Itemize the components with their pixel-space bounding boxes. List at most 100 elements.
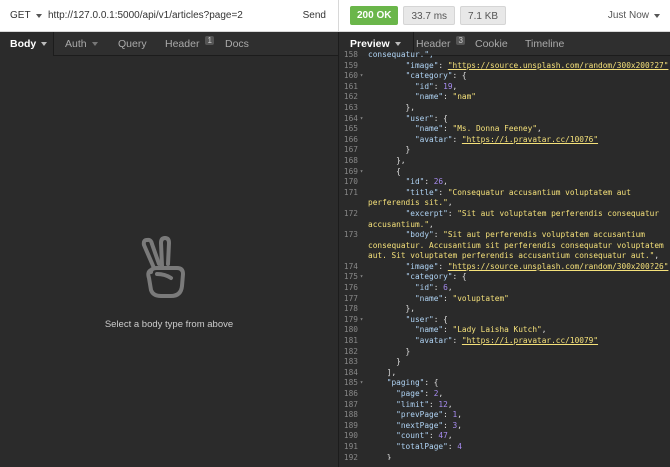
fold-toggle-icon[interactable]: ▾ bbox=[358, 167, 365, 178]
code-line: 164 ▾ "user": { bbox=[339, 114, 670, 125]
code-text: } bbox=[368, 346, 411, 356]
code-line: 183 } bbox=[339, 357, 670, 368]
code-text: } bbox=[368, 145, 411, 155]
request-pane: Body Auth Query Header 1 Docs Select a b… bbox=[0, 31, 338, 467]
line-number: 161 bbox=[343, 81, 358, 91]
send-button[interactable]: Send bbox=[303, 10, 338, 21]
gutter bbox=[358, 336, 365, 347]
tab-label: Header bbox=[165, 37, 200, 50]
code-text: "totalPage": 4 bbox=[396, 441, 462, 451]
json-preview[interactable]: 158 consequatur.", 159 "image": "https://s… bbox=[339, 50, 670, 460]
tab-auth[interactable]: Auth bbox=[54, 32, 118, 56]
code-text: "avatar": "https://i.pravatar.cc/10079" bbox=[414, 336, 599, 346]
gutter bbox=[358, 325, 365, 336]
gutter bbox=[358, 262, 365, 273]
code-text: "name": "nam" bbox=[414, 92, 476, 102]
gutter bbox=[358, 82, 365, 93]
tab-query[interactable]: Query bbox=[118, 32, 165, 56]
code-text: "excerpt": "Sit aut voluptatem perferend… bbox=[368, 208, 660, 229]
gutter bbox=[358, 145, 365, 156]
fold-toggle-icon[interactable]: ▾ bbox=[358, 71, 365, 82]
line-number: 160 bbox=[343, 71, 358, 81]
line-number: 177 bbox=[343, 293, 358, 303]
line-number: 162 bbox=[343, 92, 358, 102]
fold-toggle-icon[interactable]: ▾ bbox=[358, 114, 365, 125]
tab-label: Cookie bbox=[475, 37, 508, 50]
code-text: "paging": { bbox=[386, 378, 439, 388]
code-line: 192 } bbox=[339, 453, 670, 460]
line-number: 175 bbox=[343, 272, 358, 282]
line-number: 172 bbox=[343, 208, 358, 218]
gutter bbox=[358, 442, 365, 453]
code-text: "category": { bbox=[405, 272, 467, 282]
line-number: 190 bbox=[343, 431, 358, 441]
code-line: 189 "nextPage": 3, bbox=[339, 421, 670, 432]
code-line: 186 "page": 2, bbox=[339, 389, 670, 400]
line-number: 165 bbox=[343, 124, 358, 134]
response-time-badge: 33.7 ms bbox=[403, 6, 456, 25]
request-bar: GET http://127.0.0.1:5000/api/v1/article… bbox=[0, 0, 338, 32]
fold-toggle-icon[interactable]: ▾ bbox=[358, 378, 365, 389]
code-text: "image": "https://source.unsplash.com/ra… bbox=[405, 261, 670, 271]
code-line: 177 "name": "voluptatem" bbox=[339, 294, 670, 305]
code-text: "name": "Ms. Donna Feeney", bbox=[414, 124, 542, 134]
gutter bbox=[358, 188, 365, 209]
method-dropdown[interactable]: GET bbox=[0, 10, 48, 21]
code-text: "category": { bbox=[405, 71, 467, 81]
fold-toggle-icon[interactable]: ▾ bbox=[358, 272, 365, 283]
code-line: 174 "image": "https://source.unsplash.co… bbox=[339, 262, 670, 273]
code-text: "body": "Sit aut perferendis voluptatem … bbox=[368, 230, 664, 261]
code-text: "count": 47, bbox=[396, 431, 453, 441]
line-number: 188 bbox=[343, 410, 358, 420]
gutter bbox=[358, 410, 365, 421]
line-number: 167 bbox=[343, 145, 358, 155]
gutter bbox=[358, 177, 365, 188]
tab-docs[interactable]: Docs bbox=[225, 32, 265, 56]
code-line: 180 "name": "Lady Laisha Kutch", bbox=[339, 325, 670, 336]
request-tabs: Body Auth Query Header 1 Docs bbox=[0, 31, 338, 56]
code-line: 190 "count": 47, bbox=[339, 431, 670, 442]
code-text: "limit": 12, bbox=[396, 399, 453, 409]
code-line: 161 "id": 19, bbox=[339, 82, 670, 93]
code-line: 191 "totalPage": 4 bbox=[339, 442, 670, 453]
chevron-down-icon bbox=[654, 13, 660, 18]
line-number: 176 bbox=[343, 283, 358, 293]
code-line: 170 "id": 26, bbox=[339, 177, 670, 188]
code-text: "id": 19, bbox=[414, 81, 458, 91]
gutter bbox=[358, 368, 365, 379]
gutter bbox=[358, 357, 365, 368]
line-number: 159 bbox=[343, 60, 358, 70]
chevron-down-icon bbox=[394, 41, 401, 46]
code-text: "avatar": "https://i.pravatar.cc/10076" bbox=[414, 134, 599, 144]
gutter bbox=[358, 347, 365, 358]
code-line: 176 "id": 6, bbox=[339, 283, 670, 294]
gutter bbox=[358, 389, 365, 400]
code-line: 167 } bbox=[339, 145, 670, 156]
fold-toggle-icon[interactable]: ▾ bbox=[358, 315, 365, 326]
line-number: 163 bbox=[343, 102, 358, 112]
code-line: 162 "name": "nam" bbox=[339, 92, 670, 103]
tab-header[interactable]: Header 1 bbox=[165, 32, 225, 56]
line-number: 158 bbox=[343, 50, 358, 59]
gutter bbox=[358, 124, 365, 135]
line-number: 178 bbox=[343, 304, 358, 314]
code-line: 160 ▾ "category": { bbox=[339, 71, 670, 82]
code-line: 175 ▾ "category": { bbox=[339, 272, 670, 283]
code-line: 182 } bbox=[339, 347, 670, 358]
history-dropdown[interactable]: Just Now bbox=[608, 10, 670, 21]
line-number: 164 bbox=[343, 113, 358, 123]
tab-label: Preview bbox=[350, 37, 390, 50]
tab-body[interactable]: Body bbox=[0, 31, 54, 56]
gutter bbox=[358, 294, 365, 305]
code-line: 171 "title": "Consequatur accusantium vo… bbox=[339, 188, 670, 209]
empty-body-message: Select a body type from above bbox=[104, 319, 234, 330]
code-line: 172 "excerpt": "Sit aut voluptatem perfe… bbox=[339, 209, 670, 230]
code-line: 181 "avatar": "https://i.pravatar.cc/100… bbox=[339, 336, 670, 347]
line-number: 181 bbox=[343, 336, 358, 346]
code-text: }, bbox=[368, 304, 415, 314]
code-text: "user": { bbox=[405, 314, 448, 324]
tab-label: Timeline bbox=[525, 37, 565, 50]
tab-label: Docs bbox=[225, 37, 249, 50]
url-input[interactable]: http://127.0.0.1:5000/api/v1/articles?pa… bbox=[48, 10, 303, 21]
gutter bbox=[358, 230, 365, 262]
